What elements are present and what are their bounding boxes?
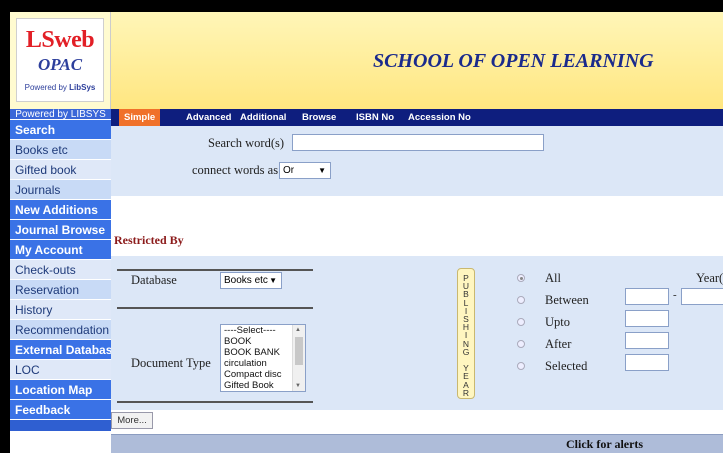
sidebar-item-reservation[interactable]: Reservation [10,280,111,300]
lsweb-logo[interactable]: LSweb OPAC Powered by LibSys [16,18,104,102]
publishing-year-label: PUBLISHINGYEAR [457,268,475,399]
page-title: SCHOOL OF OPEN LEARNING [373,50,654,72]
scroll-thumb[interactable] [295,337,303,365]
sidebar-item-cut [10,420,111,432]
year-radio-all[interactable] [517,274,525,282]
search-words-label: Search word(s) [208,136,285,150]
after-input[interactable] [625,332,669,349]
tab-advanced[interactable]: Advanced [181,109,236,126]
app-window: LSweb OPAC Powered by LibSys Powered by … [10,12,723,453]
sidebar-item-new-additions[interactable]: New Additions [10,200,111,220]
spacer [111,196,723,254]
database-select[interactable]: Books etc ▼ [220,272,282,289]
sidebar-item-feedback[interactable]: Feedback [10,400,111,420]
chevron-down-icon: ▼ [269,276,277,285]
tab-simple[interactable]: Simple [119,109,161,126]
alerts-bar[interactable]: Click for alerts [111,434,723,453]
divider [117,401,313,403]
header-banner: SCHOOL OF OPEN LEARNING [111,12,723,109]
between-from-input[interactable] [625,288,669,305]
years-label: Year(s) [696,271,723,285]
year-radio-between[interactable] [517,296,525,304]
restricted-panel: Database Books etc ▼ Document Type ----S… [111,256,723,410]
database-value: Books etc [224,275,268,286]
search-input[interactable] [292,134,544,151]
search-tabs: Simple Advanced Additional Browse ISBN No Acc… [111,109,723,126]
logo-powered-text: Powered by LibSys [17,83,103,92]
document-type-label: Document Type [131,356,211,370]
sidebar-item-loc[interactable]: LOC [10,360,111,380]
sidebar-item-journals[interactable]: Journals [10,180,111,200]
list-scrollbar[interactable]: ▲ ▼ [292,325,305,391]
year-radio-after[interactable] [517,340,525,348]
sidebar-item-books-etc[interactable]: Books etc [10,140,111,160]
year-option-label: After [545,337,572,351]
connect-words-label: connect words as [192,163,279,177]
sidebar-item-check-outs[interactable]: Check-outs [10,260,111,280]
restricted-by-heading: Restricted By [114,233,184,247]
between-separator: - [673,289,677,301]
year-radio-upto[interactable] [517,318,525,326]
tab-browse[interactable]: Browse [297,109,341,126]
logo-powered-brand: LibSys [69,83,96,92]
year-option-label: Between [545,293,589,307]
between-to-input[interactable] [681,288,723,305]
sidebar-item-my-account[interactable]: My Account [10,240,111,260]
sidebar-item-recommendation[interactable]: Recommendation [10,320,111,340]
year-option-label: Upto [545,315,570,329]
scroll-up-icon[interactable]: ▲ [295,327,301,333]
divider [117,269,313,271]
logo-sub-text: OPAC [37,55,83,74]
logo-powered-prefix: Powered by [24,83,70,92]
scroll-down-icon[interactable]: ▼ [295,383,301,389]
divider [117,307,313,309]
logo-area: LSweb OPAC Powered by LibSys [10,12,111,109]
logo-main-text: LSweb [25,27,95,53]
chevron-down-icon: ▼ [318,166,326,175]
publishing-year-letter: R [462,387,470,398]
more-button[interactable]: More... [111,412,153,429]
connect-words-select[interactable]: Or ▼ [279,162,331,179]
sidebar-item-journal-browse[interactable]: Journal Browse [10,220,111,240]
sidebar-powered: Powered by LIBSYS [10,109,111,120]
sidebar-item-search[interactable]: Search [10,120,111,140]
sidebar-item-gifted-book[interactable]: Gifted book [10,160,111,180]
sidebar-item-external-database[interactable]: External Database [10,340,111,360]
year-option-label: Selected [545,359,588,373]
document-type-list[interactable]: ----Select---- BOOK BOOK BANK circulation Co… [220,324,306,392]
sidebar: Powered by LIBSYS Search Books etc Gifted … [10,109,111,432]
sidebar-item-history[interactable]: History [10,300,111,320]
selected-input[interactable] [625,354,669,371]
year-radio-selected[interactable] [517,362,525,370]
database-label: Database [131,273,177,287]
simple-search-panel: Search word(s) connect words as Or ▼ [111,126,723,196]
tab-accession-no[interactable]: Accession No [403,109,476,126]
sidebar-item-location-map[interactable]: Location Map [10,380,111,400]
publishing-year-letter: G [462,346,470,357]
click-for-alerts-label[interactable]: Click for alerts [566,437,643,452]
connect-words-value: Or [283,165,295,176]
tab-isbn-no[interactable]: ISBN No [351,109,399,126]
upto-input[interactable] [625,310,669,327]
tab-additional[interactable]: Additional [235,109,291,126]
sidebar-list: Search Books etc Gifted book Journals New Ad… [10,120,111,432]
year-option-label: All [545,271,561,285]
